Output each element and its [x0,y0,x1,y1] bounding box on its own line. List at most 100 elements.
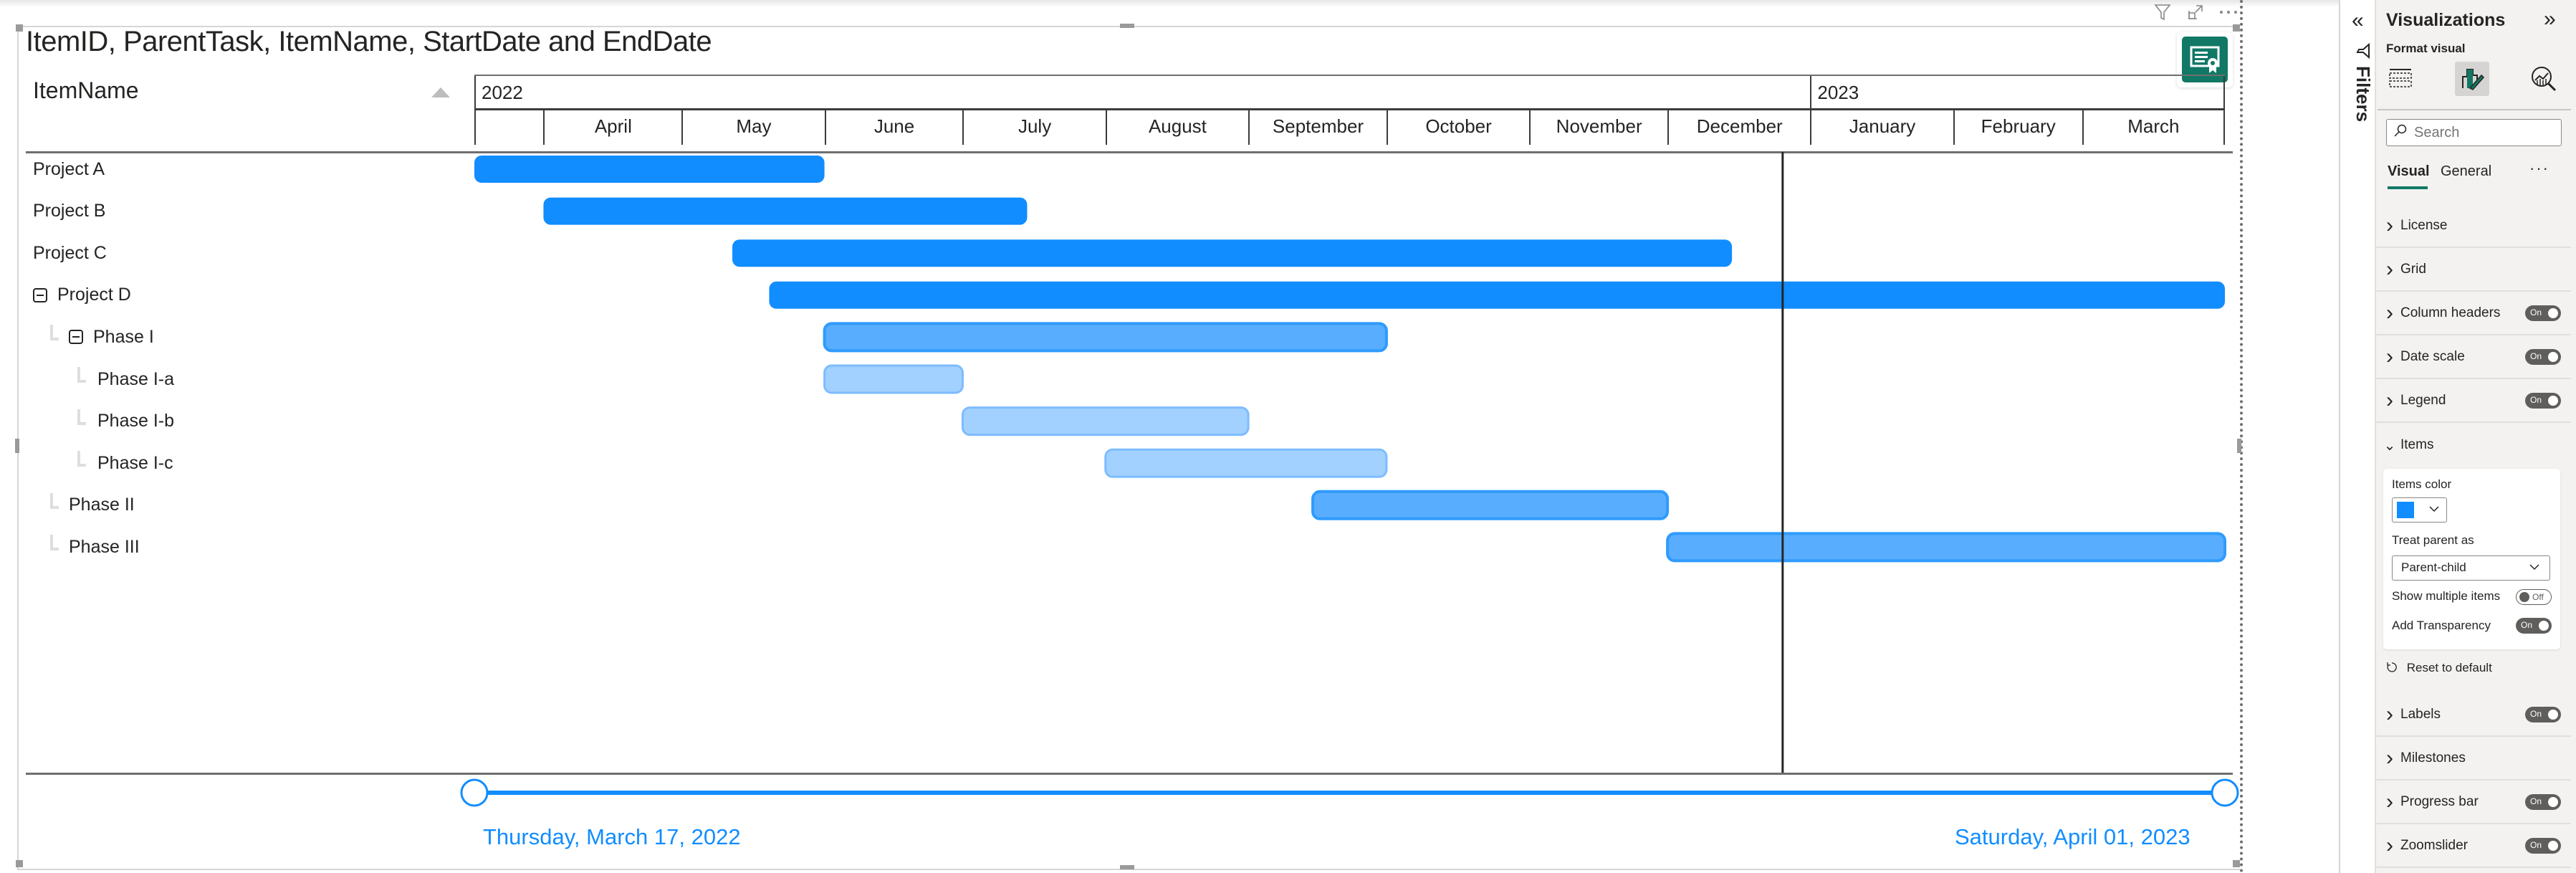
gantt-bar[interactable] [823,364,964,394]
tree-row[interactable]: Project C [33,232,107,274]
reset-label: Reset to default [2406,661,2492,674]
items-color-picker[interactable] [2392,497,2447,523]
gantt-bar[interactable] [823,322,1388,353]
gantt-bar[interactable] [961,406,1250,436]
double-chevron-right-icon[interactable]: » [2544,7,2556,32]
column-headers-toggle[interactable]: On [2525,305,2561,321]
resize-handle-top[interactable] [1120,24,1134,28]
collapse-icon[interactable] [33,287,47,302]
resize-handle-bottom-right[interactable] [2233,860,2240,867]
more-options-icon[interactable]: ··· [2529,159,2549,178]
month-label: March [2082,110,2225,145]
gantt-bar[interactable] [1666,532,2227,563]
resize-handle-right[interactable] [2237,439,2241,453]
item-name-label: Phase I-a [97,368,175,389]
more-options-icon[interactable] [2219,3,2238,22]
section-column-headers[interactable]: › Column headers On [2376,292,2571,335]
section-labels[interactable]: › Labels On [2376,694,2571,737]
gantt-bar[interactable] [474,156,825,183]
month-label: August [1105,110,1248,145]
add-transparency-toggle[interactable]: On [2516,618,2552,634]
zoomslider-start-handle[interactable] [460,778,489,807]
section-label: License [2400,218,2448,233]
collapse-icon[interactable] [69,330,83,345]
chevron-right-icon: › [2386,345,2393,368]
treat-parent-select[interactable]: Parent-child [2392,555,2550,581]
tree-row[interactable]: Phase I-a [97,358,174,400]
zoomslider-toggle[interactable]: On [2525,838,2561,854]
gantt-bar[interactable] [543,197,1028,225]
month-label: July [962,110,1105,145]
tree-row[interactable]: Project D [33,275,131,316]
zoomslider-end-label: Saturday, April 01, 2023 [1955,824,2190,849]
subtab-general[interactable]: General [2441,163,2491,180]
search-box[interactable] [2386,119,2562,146]
month-label: May [681,110,824,145]
search-input[interactable] [2413,123,2544,142]
focus-mode-icon[interactable] [2186,3,2205,22]
resize-handle-top-right[interactable] [2233,24,2240,32]
year-label: 2023 [1810,76,2225,109]
tree-row[interactable]: Project B [33,191,105,232]
section-zoomslider[interactable]: › Zoomslider On [2376,825,2571,868]
section-license[interactable]: › License [2376,205,2571,248]
month-label: September [1248,110,1387,145]
tree-row[interactable]: Project A [33,148,105,190]
show-multiple-items-toggle[interactable]: Off [2516,589,2552,605]
analytics-icon[interactable] [2527,62,2561,96]
gantt-bar[interactable] [732,239,1733,267]
column-header-itemname[interactable]: ItemName [33,77,139,104]
tree-connector-line [50,325,59,341]
item-name-label: Project A [33,158,105,179]
resize-handle-bottom-left[interactable] [16,860,23,867]
reset-to-default-button[interactable]: Reset to default [2386,661,2492,675]
double-chevron-left-icon[interactable]: « [2352,9,2364,33]
subtab-visual[interactable]: Visual [2388,163,2430,180]
resize-handle-bottom[interactable] [1120,865,1134,869]
section-legend[interactable]: › Legend On [2376,380,2571,423]
section-items[interactable]: ⌄ Items [2376,424,2571,467]
pane-title: Visualizations [2386,10,2506,30]
section-label: Zoomslider [2400,838,2468,853]
progress-bar-toggle[interactable]: On [2525,794,2561,810]
resize-handle-top-left[interactable] [16,24,23,32]
tree-row[interactable]: Phase I-c [97,442,173,484]
section-grid[interactable]: › Grid [2376,249,2571,292]
section-label: Grid [2400,262,2426,277]
item-name-label: Project B [33,201,106,221]
tree-connector-line [50,535,59,551]
gantt-bar[interactable] [1311,490,1670,520]
tree-row[interactable]: Phase III [69,526,140,568]
year-scale-row: 2022 2023 [474,75,2225,110]
filters-pane-collapsed [2339,0,2376,873]
tree-row[interactable]: Phase II [69,485,135,526]
item-name-label: Phase I [93,326,154,347]
zoomslider-end-handle[interactable] [2211,778,2239,807]
tree-row[interactable]: Phase I-b [97,401,174,442]
date-scale-toggle[interactable]: On [2525,349,2561,365]
sort-ascending-icon[interactable] [431,87,450,97]
resize-handle-left[interactable] [15,439,19,453]
labels-toggle[interactable]: On [2525,707,2561,722]
format-visual-icon[interactable] [2455,62,2489,96]
filter-icon[interactable] [2153,3,2172,22]
chevron-right-icon: › [2386,834,2393,857]
build-visual-icon[interactable] [2383,62,2418,96]
search-icon [2394,124,2407,141]
gantt-bar[interactable] [769,281,2225,309]
chevron-right-icon: › [2386,746,2393,770]
tree-row[interactable]: Phase I [69,316,154,358]
section-milestones[interactable]: › Milestones [2376,738,2571,781]
pane-tab-separator [2378,109,2571,110]
chevron-right-icon: › [2386,388,2393,412]
gantt-bar[interactable] [1104,448,1388,478]
zoomslider-start-label: Thursday, March 17, 2022 [483,824,741,849]
year-label: 2022 [474,76,1810,109]
section-progress-bar[interactable]: › Progress bar On [2376,781,2571,824]
legend-toggle[interactable]: On [2525,393,2561,409]
section-date-scale[interactable]: › Date scale On [2376,336,2571,379]
item-name-label: Project D [57,285,131,305]
month-label: January [1810,110,1953,145]
month-label: November [1529,110,1667,145]
filters-label[interactable]: Filters [2352,66,2374,122]
